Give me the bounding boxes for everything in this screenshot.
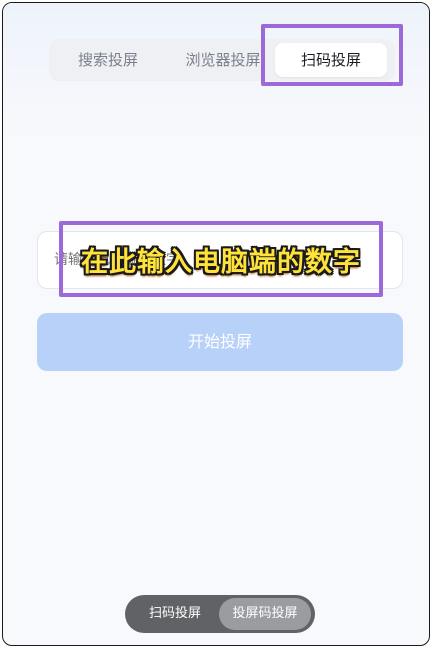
- tab-search-cast[interactable]: 搜索投屏: [49, 39, 167, 81]
- input-annotation-box: 在此输入电脑端的数字: [59, 221, 383, 297]
- mode-code-cast[interactable]: 投屏码投屏: [219, 598, 311, 630]
- input-annotation-text: 在此输入电脑端的数字: [81, 246, 361, 278]
- cast-mode-toggle: 扫码投屏 投屏码投屏: [125, 595, 315, 633]
- mode-scan-cast[interactable]: 扫码投屏: [129, 595, 221, 633]
- phone-screen: 搜索投屏 浏览器投屏 扫码投屏 在此输入电脑端的数字 开始投屏 扫码投屏 投屏码…: [2, 2, 430, 646]
- start-cast-button[interactable]: 开始投屏: [37, 313, 403, 371]
- tab-highlight-annotation: [261, 24, 403, 86]
